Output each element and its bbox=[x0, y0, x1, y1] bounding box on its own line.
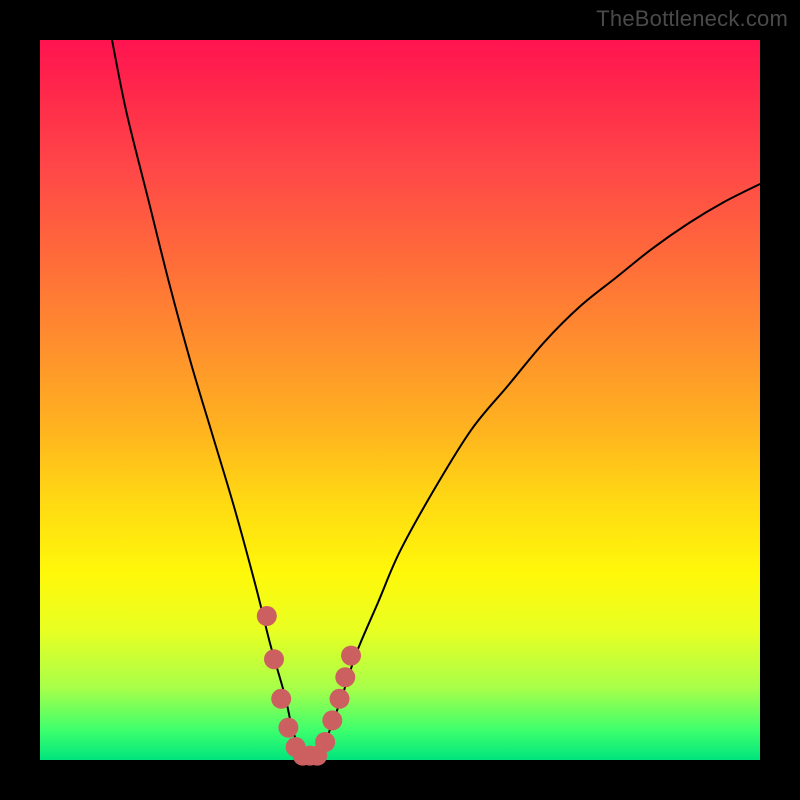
highlight-dot bbox=[315, 732, 335, 752]
highlight-dots bbox=[257, 606, 361, 766]
highlight-dot bbox=[322, 710, 342, 730]
highlight-dot bbox=[278, 718, 298, 738]
highlight-dot bbox=[341, 646, 361, 666]
bottleneck-curve bbox=[112, 40, 760, 757]
highlight-dot bbox=[335, 667, 355, 687]
highlight-dot bbox=[330, 689, 350, 709]
highlight-dot bbox=[271, 689, 291, 709]
watermark-text: TheBottleneck.com bbox=[596, 6, 788, 32]
highlight-dot bbox=[257, 606, 277, 626]
highlight-dot bbox=[264, 649, 284, 669]
curve-svg bbox=[40, 40, 760, 760]
chart-frame: TheBottleneck.com bbox=[0, 0, 800, 800]
plot-area bbox=[40, 40, 760, 760]
